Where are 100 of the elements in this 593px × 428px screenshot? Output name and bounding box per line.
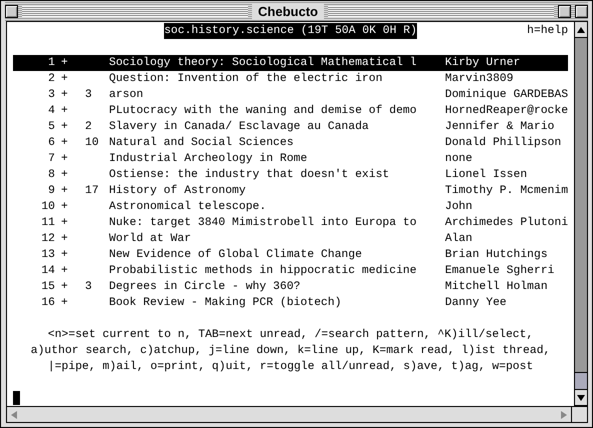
thread-row[interactable]: 4 + PLutocracy with the waning and demise of demo HornedReaper@rocke: [13, 103, 568, 119]
thread-row[interactable]: 5 + 2 Slavery in Canada/ Esclavage au Canada Jennifer & Mario: [13, 119, 568, 135]
unread-marker: +: [61, 88, 69, 103]
thread-author: Timothy P. Mcmenim: [445, 184, 568, 199]
thread-row[interactable]: 8 + Ostiense: the industry that doesn't exist Lionel Issen: [13, 167, 568, 183]
unread-marker: +: [61, 248, 69, 263]
article-count: 10: [85, 136, 100, 151]
thread-number: 7: [47, 152, 55, 167]
thread-author: Marvin3809: [445, 72, 514, 87]
newsgroup-title: soc.history.science (19T 50A 0K 0H R): [164, 23, 417, 39]
unread-marker: +: [61, 152, 69, 167]
unread-marker: +: [61, 296, 69, 311]
scroll-down-icon[interactable]: [577, 394, 586, 400]
unread-marker: +: [61, 280, 69, 295]
thread-number: 1: [47, 56, 55, 71]
thread-author: Dominique GARDEBAS: [445, 88, 568, 103]
unread-marker: +: [61, 56, 69, 71]
thread-row[interactable]: 14 + Probabilistic methods in hippocratic medicine Emanuele Sgherri: [13, 263, 568, 279]
thread-row[interactable]: 15 + 3 Degrees in Circle - why 360? Mitchell Holman: [13, 279, 568, 295]
scroll-up-icon[interactable]: [577, 26, 586, 32]
thread-author: Lionel Issen: [445, 168, 528, 183]
thread-subject: Question: Invention of the electric iron: [109, 72, 384, 87]
thread-row[interactable]: 12 + World at War Alan: [13, 231, 568, 247]
thread-author: Mitchell Holman: [445, 280, 549, 295]
thread-row[interactable]: 9 + 17 History of Astronomy Timothy P. Mcmenim: [13, 183, 568, 199]
thread-subject: Astronomical telescope.: [109, 200, 268, 215]
article-count: 2: [85, 120, 93, 135]
thread-subject: Book Review - Making PCR (biotech): [109, 296, 342, 311]
thread-row[interactable]: 3 + 3 arson Dominique GARDEBAS: [13, 87, 568, 103]
thread-row[interactable]: 2 + Question: Invention of the electric iron Marvin3809: [13, 71, 568, 87]
thread-author: Alan: [445, 232, 474, 247]
window-title: Chebucto: [252, 4, 324, 18]
thread-number: 8: [47, 168, 55, 183]
thread-number: 10: [40, 200, 55, 215]
thread-author: John: [445, 200, 474, 215]
thread-number: 13: [40, 248, 55, 263]
thread-number: 16: [40, 296, 55, 311]
thread-author: none: [445, 152, 474, 167]
thread-subject: New Evidence of Global Climate Change: [109, 248, 363, 263]
article-count: 3: [85, 280, 93, 295]
thread-number: 3: [47, 88, 55, 103]
thread-number: 5: [47, 120, 55, 135]
unread-marker: +: [61, 184, 69, 199]
thread-number: 15: [40, 280, 55, 295]
thread-row[interactable]: 1 + Sociology theory: Sociological Mathematical l Kirby Urner: [13, 55, 568, 71]
unread-marker: +: [61, 120, 69, 135]
thread-number: 9: [47, 184, 55, 199]
article-count: 17: [85, 184, 100, 199]
scroll-thumb[interactable]: [575, 372, 587, 389]
unread-marker: +: [61, 104, 69, 119]
thread-author: HornedReaper@rocke: [445, 104, 568, 119]
thread-subject: Slavery in Canada/ Esclavage au Canada: [109, 120, 370, 135]
command-help-line: <n>=set current to n, TAB=next unread, /=search pattern, ^K)ill/select,: [48, 328, 534, 343]
zoom-box[interactable]: [558, 4, 572, 18]
thread-number: 12: [40, 232, 55, 247]
help-hint: h=help: [527, 24, 568, 39]
unread-marker: +: [61, 136, 69, 151]
unread-marker: +: [61, 168, 69, 183]
command-help-line: a)uthor search, c)atchup, j=line down, k=line up, K=mark read, l)ist thread,: [30, 344, 550, 359]
vertical-scrollbar[interactable]: [574, 22, 587, 406]
article-count: 3: [85, 88, 93, 103]
thread-author: Donald Phillipson: [445, 136, 562, 151]
thread-subject: Natural and Social Sciences: [109, 136, 295, 151]
thread-author: Jennifer & Mario: [445, 120, 556, 135]
thread-author: Emanuele Sgherri: [445, 264, 556, 279]
thread-row[interactable]: 16 + Book Review - Making PCR (biotech) Danny Yee: [13, 295, 568, 311]
thread-row[interactable]: 7 + Industrial Archeology in Rome none: [13, 151, 568, 167]
unread-marker: +: [61, 72, 69, 87]
thread-author: Archimedes Plutoni: [445, 216, 568, 231]
thread-subject: Degrees in Circle - why 360?: [109, 280, 302, 295]
unread-marker: +: [61, 216, 69, 231]
thread-number: 14: [40, 264, 55, 279]
thread-subject: Nuke: target 3840 Mimistrobell into Europa to: [109, 216, 418, 231]
collapse-box[interactable]: [575, 4, 588, 18]
thread-author: Brian Hutchings: [445, 248, 549, 263]
thread-number: 11: [40, 216, 55, 231]
thread-author: Kirby Urner: [445, 56, 522, 71]
thread-row[interactable]: 6 + 10 Natural and Social Sciences Donald Phillipson: [13, 135, 568, 151]
close-box[interactable]: [5, 4, 18, 18]
thread-row[interactable]: 11 + Nuke: target 3840 Mimistrobell into Europa to Archimedes Plutoni: [13, 215, 568, 231]
thread-number: 4: [47, 104, 55, 119]
unread-marker: +: [61, 200, 69, 215]
thread-number: 6: [47, 136, 55, 151]
thread-subject: History of Astronomy: [109, 184, 247, 199]
thread-subject: Probabilistic methods in hippocratic medicine: [109, 264, 418, 279]
thread-subject: Industrial Archeology in Rome: [109, 152, 308, 167]
thread-subject: Sociology theory: Sociological Mathematical l: [109, 56, 418, 71]
thread-subject: Ostiense: the industry that doesn't exist: [109, 168, 390, 183]
thread-author: Danny Yee: [445, 296, 508, 311]
thread-row[interactable]: 13 + New Evidence of Global Climate Change Brian Hutchings: [13, 247, 568, 263]
command-help-line: |=pipe, m)ail, o=print, q)uit, r=toggle all/unread, s)ave, t)ag, w=post: [48, 360, 534, 375]
thread-subject: arson: [109, 88, 144, 103]
scroll-right-icon[interactable]: [561, 410, 567, 418]
scroll-left-icon[interactable]: [11, 410, 17, 418]
thread-subject: PLutocracy with the waning and demise of demo: [109, 104, 418, 119]
thread-number: 2: [47, 72, 55, 87]
thread-row[interactable]: 10 + Astronomical telescope. John: [13, 199, 568, 215]
thread-subject: World at War: [109, 232, 192, 247]
unread-marker: +: [61, 264, 69, 279]
unread-marker: +: [61, 232, 69, 247]
